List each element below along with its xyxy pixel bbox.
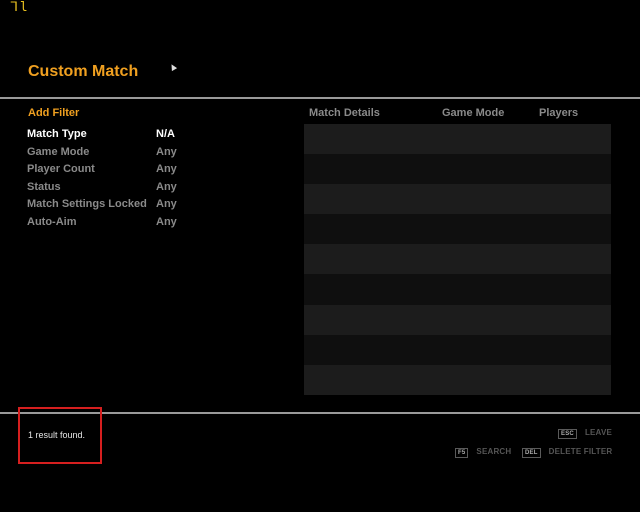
- delete-filter-label: DELETE FILTER: [548, 447, 613, 456]
- filter-match-type[interactable]: Match Type N/A: [27, 128, 187, 146]
- table-row[interactable]: [304, 274, 611, 305]
- filter-value: Any: [156, 180, 177, 193]
- leave-label: LEAVE: [584, 428, 613, 437]
- filter-value: Any: [156, 198, 177, 211]
- filter-label: Status: [27, 180, 61, 193]
- filter-status[interactable]: Status Any: [27, 181, 187, 199]
- table-row[interactable]: [304, 184, 611, 215]
- column-header-players[interactable]: Players: [539, 107, 578, 119]
- filter-label: Game Mode: [27, 145, 90, 158]
- table-row[interactable]: [304, 154, 611, 185]
- search-button[interactable]: F5 SEARCH: [455, 447, 511, 458]
- search-label: SEARCH: [476, 447, 512, 456]
- table-row[interactable]: [304, 214, 611, 245]
- table-row[interactable]: [304, 364, 611, 395]
- table-row[interactable]: [304, 244, 611, 275]
- top-divider: [0, 97, 640, 99]
- filter-label: Auto-Aim: [27, 215, 77, 228]
- f5-key-icon: F5: [455, 448, 469, 458]
- page-title: Custom Match: [28, 63, 139, 80]
- filter-label: Match Settings Locked: [27, 198, 147, 211]
- leave-button[interactable]: ESC LEAVE: [558, 428, 612, 439]
- add-filter-button[interactable]: Add Filter: [28, 107, 79, 119]
- filter-value: Any: [156, 215, 177, 228]
- table-row[interactable]: [304, 124, 611, 155]
- filter-value: Any: [156, 163, 177, 176]
- results-table: [304, 124, 611, 395]
- column-header-game-mode[interactable]: Game Mode: [442, 107, 504, 119]
- filter-match-settings-locked[interactable]: Match Settings Locked Any: [27, 198, 187, 216]
- delete-filter-button[interactable]: DEL DELETE FILTER: [522, 447, 612, 458]
- filter-list: Match Type N/A Game Mode Any Player Coun…: [27, 128, 187, 234]
- fps-indicator: ᒣl: [10, 0, 30, 15]
- filter-player-count[interactable]: Player Count Any: [27, 163, 187, 181]
- filter-value: Any: [156, 145, 177, 158]
- filter-label: Match Type: [27, 128, 87, 140]
- mouse-cursor-icon: [168, 62, 178, 72]
- results-count-status: 1 result found.: [28, 430, 86, 440]
- filter-value: N/A: [156, 128, 175, 140]
- esc-key-icon: ESC: [558, 429, 577, 439]
- del-key-icon: DEL: [522, 448, 541, 458]
- column-header-match-details[interactable]: Match Details: [309, 107, 380, 119]
- filter-game-mode[interactable]: Game Mode Any: [27, 146, 187, 164]
- table-row[interactable]: [304, 334, 611, 365]
- table-row[interactable]: [304, 304, 611, 335]
- filter-auto-aim[interactable]: Auto-Aim Any: [27, 216, 187, 234]
- filter-label: Player Count: [27, 163, 95, 176]
